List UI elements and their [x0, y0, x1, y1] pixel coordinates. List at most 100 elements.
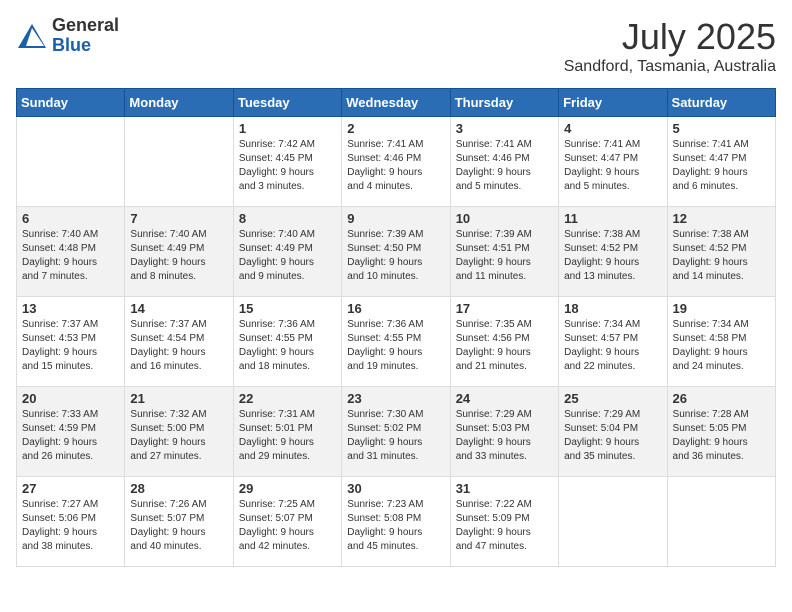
- day-number: 13: [22, 301, 119, 316]
- day-detail: Sunrise: 7:42 AM Sunset: 4:45 PM Dayligh…: [239, 138, 336, 194]
- day-number: 24: [456, 391, 553, 406]
- day-number: 12: [673, 211, 770, 226]
- logo-icon: [16, 22, 48, 50]
- week-row-3: 20 Sunrise: 7:33 AM Sunset: 4:59 PM Dayli…: [17, 387, 776, 477]
- day-detail: Sunrise: 7:38 AM Sunset: 4:52 PM Dayligh…: [564, 228, 661, 284]
- calendar-cell: 30 Sunrise: 7:23 AM Sunset: 5:08 PM Dayli…: [342, 477, 450, 567]
- calendar-cell: [17, 117, 125, 207]
- day-header-friday: Friday: [559, 89, 667, 117]
- days-header-row: SundayMondayTuesdayWednesdayThursdayFrid…: [17, 89, 776, 117]
- calendar-cell: 4Sunrise: 7:41 AM Sunset: 4:47 PM Daylig…: [559, 117, 667, 207]
- week-row-4: 27 Sunrise: 7:27 AM Sunset: 5:06 PM Dayli…: [17, 477, 776, 567]
- calendar-cell: 25Sunrise: 7:29 AM Sunset: 5:04 PM Dayli…: [559, 387, 667, 477]
- calendar-cell: 5 Sunrise: 7:41 AM Sunset: 4:47 PM Daylig…: [667, 117, 775, 207]
- day-detail: Sunrise: 7:31 AM Sunset: 5:01 PM Dayligh…: [239, 408, 336, 464]
- day-number: 14: [130, 301, 227, 316]
- day-detail: Sunrise: 7:40 AM Sunset: 4:48 PM Dayligh…: [22, 228, 119, 284]
- day-header-tuesday: Tuesday: [233, 89, 341, 117]
- day-number: 28: [130, 481, 227, 496]
- day-number: 1: [239, 121, 336, 136]
- calendar-cell: 1 Sunrise: 7:42 AM Sunset: 4:45 PM Daylig…: [233, 117, 341, 207]
- day-number: 17: [456, 301, 553, 316]
- calendar-cell: 19 Sunrise: 7:34 AM Sunset: 4:58 PM Dayli…: [667, 297, 775, 387]
- day-number: 23: [347, 391, 444, 406]
- day-header-saturday: Saturday: [667, 89, 775, 117]
- day-detail: Sunrise: 7:22 AM Sunset: 5:09 PM Dayligh…: [456, 498, 553, 554]
- day-number: 7: [130, 211, 227, 226]
- day-number: 11: [564, 211, 661, 226]
- week-row-0: 1 Sunrise: 7:42 AM Sunset: 4:45 PM Daylig…: [17, 117, 776, 207]
- calendar-cell: 20 Sunrise: 7:33 AM Sunset: 4:59 PM Dayli…: [17, 387, 125, 477]
- calendar-cell: 7 Sunrise: 7:40 AM Sunset: 4:49 PM Daylig…: [125, 207, 233, 297]
- day-detail: Sunrise: 7:34 AM Sunset: 4:57 PM Dayligh…: [564, 318, 661, 374]
- day-number: 6: [22, 211, 119, 226]
- calendar-cell: 14 Sunrise: 7:37 AM Sunset: 4:54 PM Dayli…: [125, 297, 233, 387]
- calendar-table: SundayMondayTuesdayWednesdayThursdayFrid…: [16, 88, 776, 567]
- day-number: 30: [347, 481, 444, 496]
- calendar-cell: 23 Sunrise: 7:30 AM Sunset: 5:02 PM Dayli…: [342, 387, 450, 477]
- day-detail: Sunrise: 7:37 AM Sunset: 4:54 PM Dayligh…: [130, 318, 227, 374]
- calendar-cell: 16 Sunrise: 7:36 AM Sunset: 4:55 PM Dayli…: [342, 297, 450, 387]
- day-number: 27: [22, 481, 119, 496]
- week-row-2: 13 Sunrise: 7:37 AM Sunset: 4:53 PM Dayli…: [17, 297, 776, 387]
- logo-text: General Blue: [52, 16, 119, 56]
- day-number: 15: [239, 301, 336, 316]
- day-detail: Sunrise: 7:36 AM Sunset: 4:55 PM Dayligh…: [239, 318, 336, 374]
- day-number: 26: [673, 391, 770, 406]
- calendar-cell: 15 Sunrise: 7:36 AM Sunset: 4:55 PM Dayli…: [233, 297, 341, 387]
- calendar-cell: 6 Sunrise: 7:40 AM Sunset: 4:48 PM Daylig…: [17, 207, 125, 297]
- day-header-wednesday: Wednesday: [342, 89, 450, 117]
- location: Sandford, Tasmania, Australia: [564, 58, 776, 76]
- day-number: 21: [130, 391, 227, 406]
- calendar-cell: 10 Sunrise: 7:39 AM Sunset: 4:51 PM Dayli…: [450, 207, 558, 297]
- day-detail: Sunrise: 7:25 AM Sunset: 5:07 PM Dayligh…: [239, 498, 336, 554]
- day-detail: Sunrise: 7:35 AM Sunset: 4:56 PM Dayligh…: [456, 318, 553, 374]
- day-detail: Sunrise: 7:37 AM Sunset: 4:53 PM Dayligh…: [22, 318, 119, 374]
- calendar-cell: 26 Sunrise: 7:28 AM Sunset: 5:05 PM Dayli…: [667, 387, 775, 477]
- day-detail: Sunrise: 7:32 AM Sunset: 5:00 PM Dayligh…: [130, 408, 227, 464]
- day-detail: Sunrise: 7:40 AM Sunset: 4:49 PM Dayligh…: [239, 228, 336, 284]
- calendar-cell: 29Sunrise: 7:25 AM Sunset: 5:07 PM Dayli…: [233, 477, 341, 567]
- logo-blue-text: Blue: [52, 36, 119, 56]
- day-detail: Sunrise: 7:28 AM Sunset: 5:05 PM Dayligh…: [673, 408, 770, 464]
- day-header-sunday: Sunday: [17, 89, 125, 117]
- day-detail: Sunrise: 7:38 AM Sunset: 4:52 PM Dayligh…: [673, 228, 770, 284]
- day-detail: Sunrise: 7:27 AM Sunset: 5:06 PM Dayligh…: [22, 498, 119, 554]
- day-number: 3: [456, 121, 553, 136]
- calendar-cell: 17 Sunrise: 7:35 AM Sunset: 4:56 PM Dayli…: [450, 297, 558, 387]
- logo-general-text: General: [52, 16, 119, 36]
- calendar-cell: [559, 477, 667, 567]
- day-number: 22: [239, 391, 336, 406]
- day-number: 5: [673, 121, 770, 136]
- calendar-cell: [125, 117, 233, 207]
- week-row-1: 6 Sunrise: 7:40 AM Sunset: 4:48 PM Daylig…: [17, 207, 776, 297]
- day-number: 20: [22, 391, 119, 406]
- day-detail: Sunrise: 7:41 AM Sunset: 4:46 PM Dayligh…: [456, 138, 553, 194]
- day-detail: Sunrise: 7:36 AM Sunset: 4:55 PM Dayligh…: [347, 318, 444, 374]
- calendar-cell: 28Sunrise: 7:26 AM Sunset: 5:07 PM Dayli…: [125, 477, 233, 567]
- day-detail: Sunrise: 7:30 AM Sunset: 5:02 PM Dayligh…: [347, 408, 444, 464]
- day-header-thursday: Thursday: [450, 89, 558, 117]
- day-number: 16: [347, 301, 444, 316]
- calendar-cell: 21 Sunrise: 7:32 AM Sunset: 5:00 PM Dayli…: [125, 387, 233, 477]
- calendar-cell: [667, 477, 775, 567]
- day-number: 18: [564, 301, 661, 316]
- day-detail: Sunrise: 7:23 AM Sunset: 5:08 PM Dayligh…: [347, 498, 444, 554]
- day-detail: Sunrise: 7:34 AM Sunset: 4:58 PM Dayligh…: [673, 318, 770, 374]
- calendar-cell: 22 Sunrise: 7:31 AM Sunset: 5:01 PM Dayli…: [233, 387, 341, 477]
- day-number: 31: [456, 481, 553, 496]
- day-number: 8: [239, 211, 336, 226]
- day-detail: Sunrise: 7:39 AM Sunset: 4:51 PM Dayligh…: [456, 228, 553, 284]
- day-detail: Sunrise: 7:40 AM Sunset: 4:49 PM Dayligh…: [130, 228, 227, 284]
- title-block: July 2025 Sandford, Tasmania, Australia: [564, 16, 776, 76]
- calendar-cell: 18 Sunrise: 7:34 AM Sunset: 4:57 PM Dayli…: [559, 297, 667, 387]
- day-number: 25: [564, 391, 661, 406]
- day-detail: Sunrise: 7:41 AM Sunset: 4:47 PM Dayligh…: [673, 138, 770, 194]
- calendar-cell: 3 Sunrise: 7:41 AM Sunset: 4:46 PM Daylig…: [450, 117, 558, 207]
- calendar-cell: 2Sunrise: 7:41 AM Sunset: 4:46 PM Daylig…: [342, 117, 450, 207]
- page-header: General Blue July 2025 Sandford, Tasmani…: [16, 16, 776, 76]
- day-number: 10: [456, 211, 553, 226]
- day-number: 19: [673, 301, 770, 316]
- calendar-cell: 31 Sunrise: 7:22 AM Sunset: 5:09 PM Dayli…: [450, 477, 558, 567]
- day-detail: Sunrise: 7:33 AM Sunset: 4:59 PM Dayligh…: [22, 408, 119, 464]
